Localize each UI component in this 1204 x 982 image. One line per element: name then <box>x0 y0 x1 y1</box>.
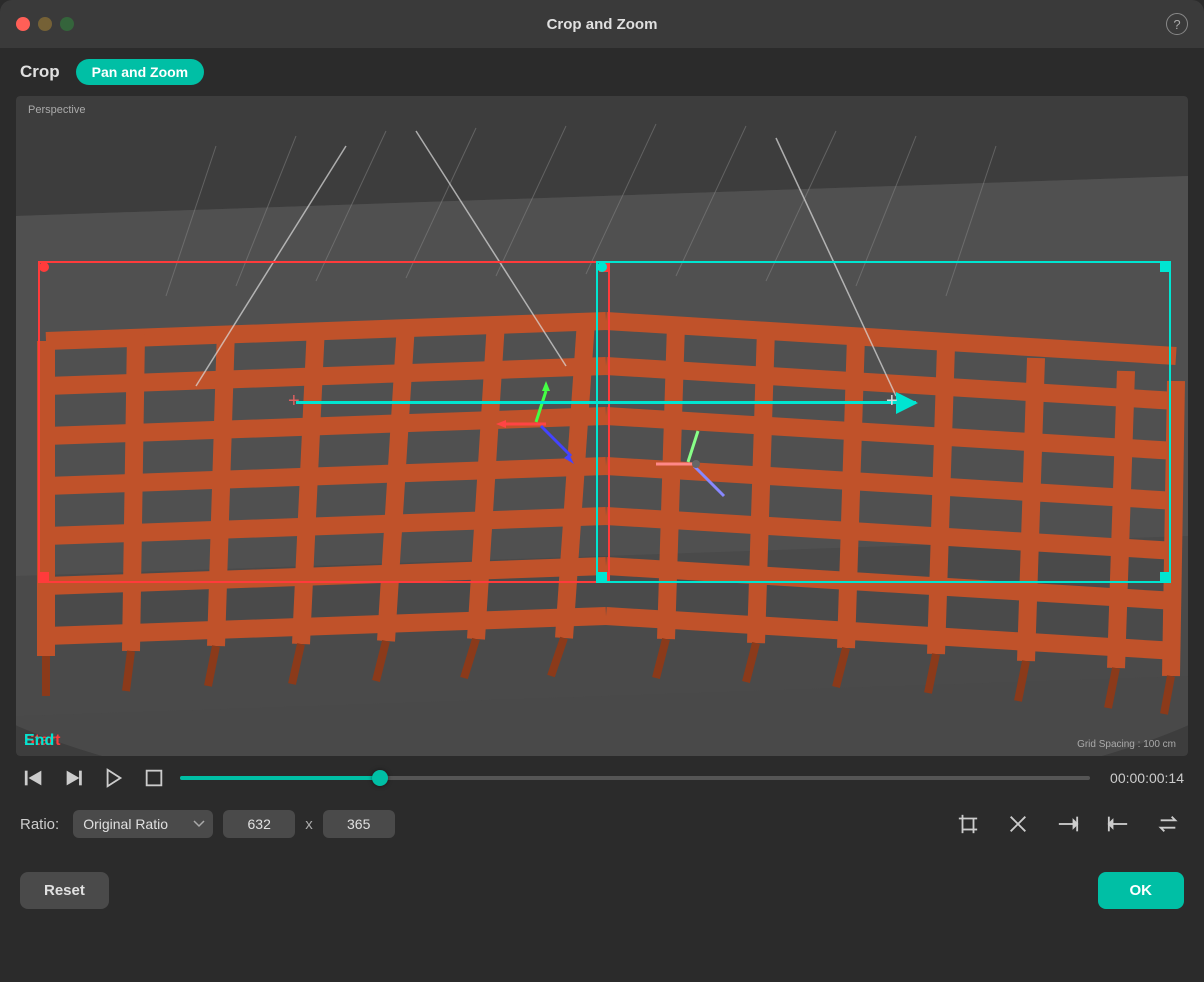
frame-step-button[interactable] <box>60 764 88 792</box>
tab-crop[interactable]: Crop <box>20 58 60 86</box>
clear-icon-button[interactable] <box>1002 808 1034 840</box>
start-frame[interactable] <box>38 261 610 583</box>
x-separator: x <box>305 816 313 833</box>
maximize-button[interactable] <box>60 17 74 31</box>
timeline-slider[interactable] <box>180 764 1090 792</box>
ratio-label: Ratio: <box>20 816 59 833</box>
height-input[interactable] <box>323 810 395 838</box>
ok-button[interactable]: OK <box>1098 872 1185 909</box>
play-button[interactable] <box>100 764 128 792</box>
frame-step-icon <box>63 767 85 789</box>
end-corner-tr <box>1160 262 1170 272</box>
grid-spacing-label: Grid Spacing : 100 cm <box>1077 739 1176 750</box>
start-corner-bl <box>39 572 49 582</box>
traffic-lights <box>16 17 74 31</box>
footer: Reset OK <box>0 856 1204 925</box>
swap-icon <box>1157 813 1179 835</box>
help-icon[interactable]: ? <box>1166 13 1188 35</box>
swap-icon-button[interactable] <box>1152 808 1184 840</box>
play-icon <box>103 767 125 789</box>
crop-icon <box>957 813 979 835</box>
slider-fill <box>180 776 380 780</box>
tab-panzoom[interactable]: Pan and Zoom <box>76 59 204 85</box>
perspective-label: Perspective <box>28 104 85 116</box>
slider-track <box>180 776 1090 780</box>
minimize-button[interactable] <box>38 17 52 31</box>
stop-icon <box>143 767 165 789</box>
end-corner-tl <box>597 262 607 272</box>
ratio-row: Ratio: Original Ratio 16:9 4:3 1:1 9:16 … <box>0 800 1204 848</box>
align-right-button[interactable] <box>1052 808 1084 840</box>
window-title: Crop and Zoom <box>547 16 658 33</box>
crosshair-start: + <box>288 391 300 411</box>
end-corner-bl <box>597 572 607 582</box>
crosshair-end: + <box>886 391 898 411</box>
back-step-icon <box>23 767 45 789</box>
reset-button[interactable]: Reset <box>20 872 109 909</box>
slider-thumb[interactable] <box>372 770 388 786</box>
end-corner-br <box>1160 572 1170 582</box>
align-right-icon <box>1057 813 1079 835</box>
clear-icon <box>1007 813 1029 835</box>
pan-arrow <box>296 401 916 404</box>
end-label: End <box>24 732 54 750</box>
stop-button[interactable] <box>140 764 168 792</box>
end-frame[interactable] <box>596 261 1171 583</box>
start-corner-tl <box>39 262 49 272</box>
align-left-button[interactable] <box>1102 808 1134 840</box>
align-left-icon <box>1107 813 1129 835</box>
tabs-bar: Crop Pan and Zoom <box>0 48 1204 96</box>
playback-controls: 00:00:00:14 <box>0 756 1204 800</box>
crop-icon-button[interactable] <box>952 808 984 840</box>
ratio-select[interactable]: Original Ratio 16:9 4:3 1:1 9:16 <box>73 810 213 838</box>
titlebar: Crop and Zoom ? <box>0 0 1204 48</box>
ratio-icons <box>952 808 1184 840</box>
close-button[interactable] <box>16 17 30 31</box>
timecode: 00:00:00:14 <box>1110 770 1184 786</box>
back-step-button[interactable] <box>20 764 48 792</box>
width-input[interactable] <box>223 810 295 838</box>
viewport: Perspective Grid Spacing : 100 cm Start … <box>16 96 1188 756</box>
